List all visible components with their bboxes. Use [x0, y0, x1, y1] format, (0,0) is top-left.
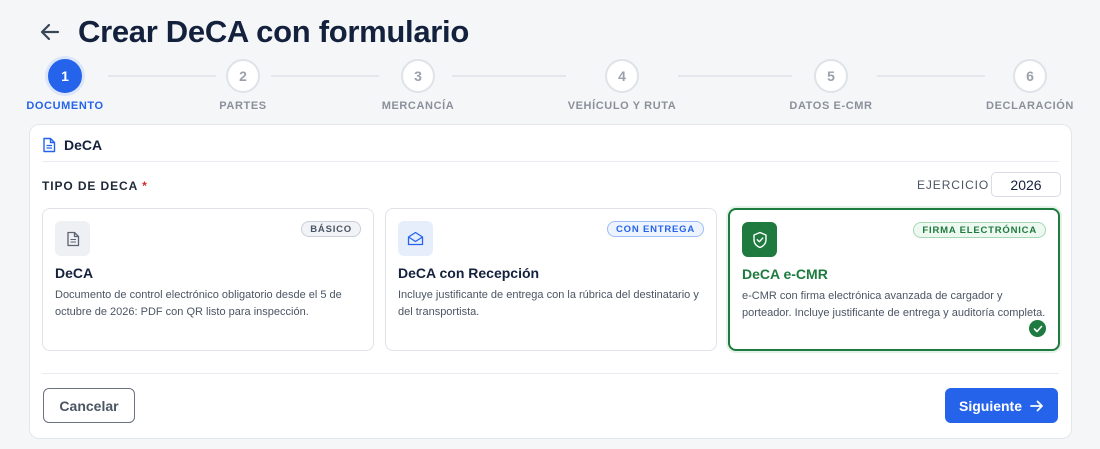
option-deca-reception[interactable]: CON ENTREGA DeCA con Recepción Incluye j… [385, 208, 717, 351]
required-mark: * [142, 179, 148, 193]
option-title: DeCA [55, 265, 94, 281]
option-description: Documento de control electrónico obligat… [55, 289, 342, 318]
step-4-label: VEHÍCULO Y RUTA [567, 100, 677, 112]
step-1-circle[interactable]: 1 [48, 59, 82, 93]
cancel-button[interactable]: Cancelar [43, 388, 135, 423]
badge-e-signature: FIRMA ELECTRÓNICA [913, 222, 1046, 238]
card-title: DeCA [64, 137, 103, 153]
deca-type-label: TIPO DE DECA * [42, 179, 148, 193]
option-deca-basic[interactable]: BÁSICO DeCA Documento de control electró… [42, 208, 374, 351]
next-button-label: Siguiente [958, 397, 1022, 414]
option-description: e-CMR con firma electrónica avanzada de … [742, 290, 1046, 319]
step-5-circle[interactable]: 5 [814, 59, 848, 93]
step-5-label: DATOS E-CMR [789, 100, 873, 112]
option-deca-ecmr[interactable]: FIRMA ELECTRÓNICA DeCA e-CMR e-CMR con f… [728, 208, 1060, 351]
divider [42, 161, 1059, 162]
step-3-label: MERCANCÍA [381, 100, 455, 112]
card-header: DeCA [42, 137, 102, 153]
back-button[interactable] [38, 20, 62, 44]
envelope-open-icon [398, 221, 433, 256]
deca-type-card: DeCA TIPO DE DECA * EJERCICIO 2026 BÁSICO… [29, 124, 1072, 439]
option-title: DeCA e-CMR [742, 266, 828, 282]
step-6-circle[interactable]: 6 [1013, 59, 1047, 93]
step-2-label: PARTES [219, 100, 267, 112]
option-description: Incluye justificante de entrega con la r… [398, 289, 699, 318]
option-title: DeCA con Recepción [398, 265, 540, 281]
divider [42, 373, 1059, 374]
stepper: 1 2 3 4 5 6 DOCUMENTO PARTES MERCANCÍA V… [0, 58, 1100, 118]
arrow-right-icon [1030, 400, 1043, 411]
year-input[interactable]: 2026 [991, 172, 1061, 197]
step-4-circle[interactable]: 4 [605, 59, 639, 93]
badge-delivery: CON ENTREGA [607, 221, 704, 237]
step-3-circle[interactable]: 3 [401, 59, 435, 93]
page-title: Crear DeCA con formulario [78, 14, 469, 49]
step-2-circle[interactable]: 2 [226, 59, 260, 93]
next-button[interactable]: Siguiente [945, 388, 1058, 423]
shield-check-icon [742, 222, 777, 257]
page-header: Crear DeCA con formulario [38, 14, 469, 50]
year-label: EJERCICIO [917, 178, 990, 192]
badge-basic: BÁSICO [301, 221, 361, 237]
check-circle-icon [1029, 320, 1046, 337]
document-icon [55, 221, 90, 256]
document-icon [43, 137, 56, 153]
step-6-label: DECLARACIÓN [986, 100, 1074, 112]
step-1-label: DOCUMENTO [26, 100, 104, 112]
arrow-left-icon [40, 23, 60, 41]
